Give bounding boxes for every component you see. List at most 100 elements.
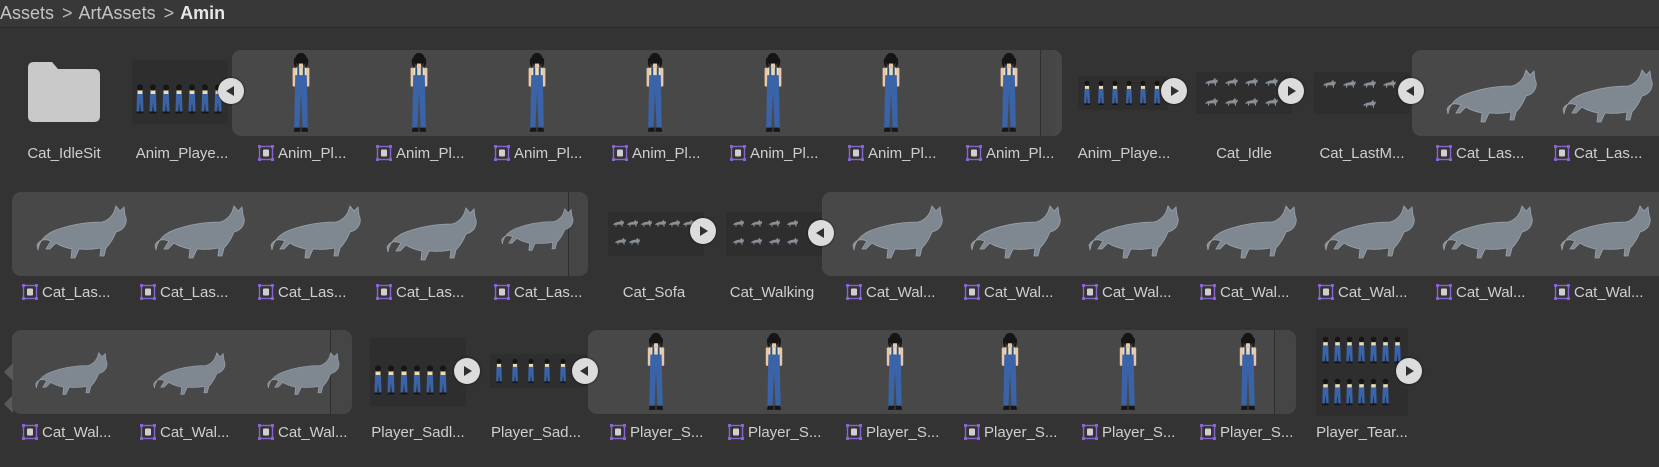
sprite-thumbnail[interactable] — [1440, 64, 1540, 124]
sprite-thumbnail[interactable] — [287, 52, 315, 136]
sprite-thumbnail[interactable] — [995, 52, 1023, 136]
sprite-thumbnail[interactable] — [405, 52, 433, 136]
sprite-icon — [258, 145, 274, 161]
sprite-thumbnail[interactable] — [996, 332, 1024, 414]
play-icon — [460, 364, 474, 378]
asset-label: Player_Sad... — [490, 424, 582, 441]
sprite-icon — [848, 145, 864, 161]
sprite-thumbnail[interactable] — [1232, 332, 1264, 414]
collapse-button[interactable] — [218, 78, 244, 104]
sprite-label: Cat_Las... — [140, 284, 252, 301]
sprite-thumbnail[interactable] — [846, 198, 946, 262]
asset-label: Cat_Walking — [729, 284, 815, 301]
sprite-icon — [1436, 145, 1452, 161]
sprite-label: Cat_Wal... — [964, 284, 1076, 301]
anim-player-sheet-thumbnail[interactable] — [132, 60, 228, 124]
sprite-sheet-image — [374, 365, 447, 395]
sprite-label: Player_S... — [846, 424, 958, 441]
sprite-label: Anim_Pl... — [848, 145, 960, 162]
sprite-thumbnail[interactable] — [30, 200, 130, 260]
sprite-icon — [22, 424, 38, 440]
sprite-icon — [610, 424, 626, 440]
sprite-icon — [846, 424, 862, 440]
asset-row-2: Cat_Las... Cat_Las... Cat_Las... Cat_Las… — [0, 170, 1659, 413]
sprite-label: Cat_Wal... — [1082, 284, 1194, 301]
expand-button[interactable] — [1161, 78, 1187, 104]
collapse-icon — [1404, 84, 1418, 98]
sprite-icon — [1082, 424, 1098, 440]
play-icon — [1402, 364, 1416, 378]
sprite-thumbnail[interactable] — [264, 200, 364, 260]
asset-label: Cat_Sofa — [622, 284, 686, 301]
player-tear-thumbnail[interactable] — [1316, 328, 1408, 416]
sprite-thumbnail[interactable] — [30, 340, 110, 404]
sprite-label: Player_S... — [1082, 424, 1194, 441]
cat-lastm-thumbnail[interactable] — [1314, 72, 1410, 114]
sprite-thumbnail[interactable] — [1200, 198, 1300, 262]
sprite-label: Anim_Pl... — [494, 145, 606, 162]
group-edge — [1274, 330, 1296, 414]
sprite-icon — [494, 145, 510, 161]
sprite-label: Cat_Las... — [258, 284, 370, 301]
sprite-thumbnail[interactable] — [642, 332, 670, 414]
sprite-thumbnail[interactable] — [496, 200, 576, 256]
play-icon — [1284, 84, 1298, 98]
sprite-icon — [1082, 284, 1098, 300]
sprite-thumbnail[interactable] — [641, 52, 669, 136]
folder-cat-idlesit[interactable] — [26, 60, 102, 124]
sprite-label: Cat_Las... — [1554, 145, 1658, 162]
folder-icon — [28, 62, 100, 122]
sprite-label: Cat_Wal... — [1318, 284, 1430, 301]
sprite-icon — [376, 284, 392, 300]
sprite-thumbnail[interactable] — [523, 52, 551, 136]
sprite-icon — [1554, 284, 1570, 300]
sprite-label: Cat_Wal... — [1200, 284, 1312, 301]
collapse-button[interactable] — [1398, 78, 1424, 104]
sprite-label: Cat_Las... — [494, 284, 606, 301]
sprite-icon — [964, 424, 980, 440]
sprite-thumbnail[interactable] — [148, 200, 248, 260]
sprite-label: Cat_Las... — [1436, 145, 1548, 162]
expand-button[interactable] — [690, 218, 716, 244]
sprite-thumbnail[interactable] — [878, 332, 912, 414]
player-sadl-thumbnail[interactable] — [370, 338, 466, 406]
sprite-label: Player_S... — [964, 424, 1076, 441]
sprite-thumbnail[interactable] — [1556, 64, 1656, 124]
collapse-button[interactable] — [808, 220, 834, 246]
sprite-thumbnail[interactable] — [1436, 198, 1536, 262]
expand-button[interactable] — [1396, 358, 1422, 384]
expand-button[interactable] — [454, 358, 480, 384]
sprite-sheet-image — [1322, 79, 1396, 108]
sprite-label: Player_S... — [728, 424, 840, 441]
expand-button[interactable] — [1278, 78, 1304, 104]
collapse-button[interactable] — [572, 358, 598, 384]
sprite-thumbnail[interactable] — [1554, 198, 1654, 262]
sprite-icon — [258, 424, 274, 440]
sprite-thumbnail[interactable] — [1318, 198, 1418, 262]
sprite-label: Cat_Wal... — [258, 424, 370, 441]
sprite-label: Anim_Pl... — [258, 145, 370, 162]
sprite-label: Anim_Pl... — [376, 145, 488, 162]
sprite-thumbnail[interactable] — [877, 52, 905, 136]
sprite-thumbnail[interactable] — [380, 202, 480, 262]
sprite-thumbnail[interactable] — [964, 198, 1064, 262]
sprite-icon — [728, 424, 744, 440]
asset-label: Cat_LastM... — [1319, 145, 1405, 162]
sprite-label: Cat_Wal... — [846, 284, 958, 301]
sprite-label: Player_S... — [610, 424, 722, 441]
sprite-label: Anim_Pl... — [612, 145, 724, 162]
sprite-thumbnail[interactable] — [1114, 332, 1142, 414]
group-continued-icon — [4, 363, 13, 381]
sprite-icon — [258, 284, 274, 300]
sprite-thumbnail[interactable] — [148, 340, 228, 404]
asset-row-1: Cat_IdleSit Anim_Playe... Anim_Pl... Ani… — [0, 0, 1659, 170]
anim-player-2-thumbnail[interactable] — [1078, 76, 1168, 110]
sprite-icon — [494, 284, 510, 300]
play-icon — [1167, 84, 1181, 98]
sprite-thumbnail[interactable] — [1082, 198, 1182, 262]
sprite-thumbnail[interactable] — [759, 52, 787, 136]
sprite-thumbnail[interactable] — [262, 340, 342, 404]
asset-label: Player_Sadl... — [371, 424, 465, 441]
sprite-thumbnail[interactable] — [760, 332, 788, 414]
sprite-icon — [22, 284, 38, 300]
